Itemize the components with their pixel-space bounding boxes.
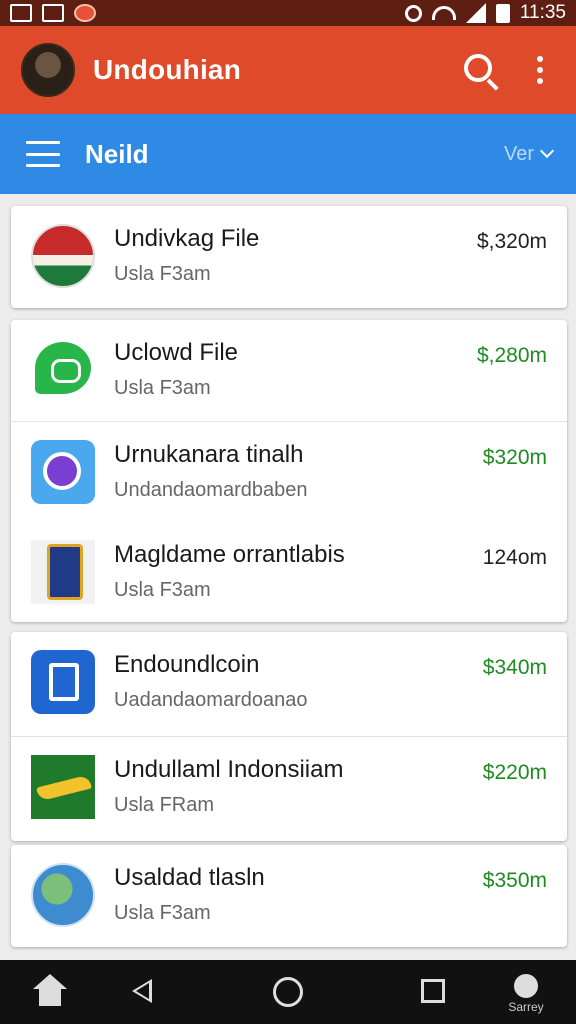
item-price: $,280m xyxy=(476,344,547,367)
list-item[interactable]: Urnukanara tinalh Undandaomardbaben $320… xyxy=(11,421,567,523)
item-subtitle: Usla F3am xyxy=(114,377,211,399)
item-subtitle: Usla F3am xyxy=(114,263,211,285)
back-triangle-icon xyxy=(132,979,152,1003)
sub-toolbar: Neild Ver xyxy=(0,114,576,194)
item-price: 124om xyxy=(482,546,547,569)
status-time: 11:35 xyxy=(519,2,566,23)
home-button[interactable] xyxy=(32,974,68,1010)
home-circle-button[interactable] xyxy=(270,974,306,1010)
search-button[interactable] xyxy=(458,48,502,92)
item-price: $320m xyxy=(482,446,547,469)
list-item[interactable]: Uclowd File Usla F3am $,280m xyxy=(11,320,567,422)
wifi-icon xyxy=(431,6,456,20)
flag-badge-icon xyxy=(31,224,95,288)
back-button[interactable] xyxy=(126,974,162,1010)
more-options-button[interactable] xyxy=(522,48,558,92)
circle-icon xyxy=(273,977,303,1007)
list-card: Usaldad tlasln Usla F3am $350m xyxy=(11,845,567,947)
status-bar: 11:35 xyxy=(0,0,576,26)
avatar[interactable] xyxy=(21,43,75,97)
item-title: Undullaml Indonsiiam xyxy=(114,756,344,783)
list-item[interactable]: Undullaml Indonsiiam Usla FRam $220m xyxy=(11,736,567,838)
search-icon xyxy=(464,54,492,82)
phone-app-icon xyxy=(31,540,95,604)
list-card: Endoundlcoin Uadandaomardoanao $340m Und… xyxy=(11,632,567,841)
item-title: Undivkag File xyxy=(114,225,260,252)
section-title: Neild xyxy=(85,138,149,169)
item-subtitle: Usla F3am xyxy=(114,579,211,601)
item-price: $,320m xyxy=(476,230,547,253)
item-title: Uclowd File xyxy=(114,339,239,366)
item-price: $340m xyxy=(482,656,547,679)
list-item[interactable]: Endoundlcoin Uadandaomardoanao $340m xyxy=(11,632,567,734)
chat-bubble-icon xyxy=(35,342,91,394)
image-notification-icon xyxy=(42,4,64,22)
list-card: Uclowd File Usla F3am $,280m Urnukanara … xyxy=(11,320,567,622)
item-title: Usaldad tlasln xyxy=(114,864,265,891)
view-dropdown[interactable]: Ver xyxy=(503,142,555,166)
list-item[interactable]: Undivkag File Usla F3am $,320m xyxy=(11,206,567,308)
chevron-down-icon xyxy=(539,143,555,159)
item-subtitle: Usla FRam xyxy=(114,794,215,816)
hamburger-menu-button[interactable] xyxy=(26,141,60,167)
list-item[interactable]: Magldame orrantlabis Usla F3am 124om xyxy=(11,522,567,624)
item-subtitle: Undandaomardbaben xyxy=(114,479,308,501)
signal-icon xyxy=(465,3,486,23)
list-card: Undivkag File Usla F3am $,320m xyxy=(11,206,567,308)
list-item[interactable]: Usaldad tlasln Usla F3am $350m xyxy=(11,845,567,947)
notification-icon xyxy=(10,4,32,22)
square-icon xyxy=(421,979,445,1003)
system-navigation-bar: Sarrey xyxy=(0,960,576,1024)
item-price: $350m xyxy=(482,869,547,892)
tablet-app-icon xyxy=(31,650,95,714)
assistant-icon xyxy=(514,974,538,998)
item-subtitle: Usla F3am xyxy=(114,902,211,924)
item-title: Urnukanara tinalh xyxy=(114,441,304,468)
view-dropdown-label: Ver xyxy=(503,142,534,165)
app-notification-icon xyxy=(74,4,96,22)
home-icon xyxy=(33,974,67,989)
app-title: Undouhian xyxy=(93,54,241,85)
assistant-label: Sarrey xyxy=(508,1000,544,1014)
recents-button[interactable] xyxy=(416,974,452,1010)
app-bar: Undouhian xyxy=(0,26,576,114)
assistant-button[interactable]: Sarrey xyxy=(504,972,548,1018)
item-title: Magldame orrantlabis xyxy=(114,541,345,568)
item-price: $220m xyxy=(482,761,547,784)
item-subtitle: Uadandaomardoanao xyxy=(114,689,308,711)
globe-app-icon xyxy=(31,863,95,927)
alarm-icon xyxy=(404,4,422,22)
item-title: Endoundlcoin xyxy=(114,651,260,678)
plane-app-icon xyxy=(31,755,95,819)
battery-icon xyxy=(495,3,510,23)
camera-app-icon xyxy=(31,440,95,504)
